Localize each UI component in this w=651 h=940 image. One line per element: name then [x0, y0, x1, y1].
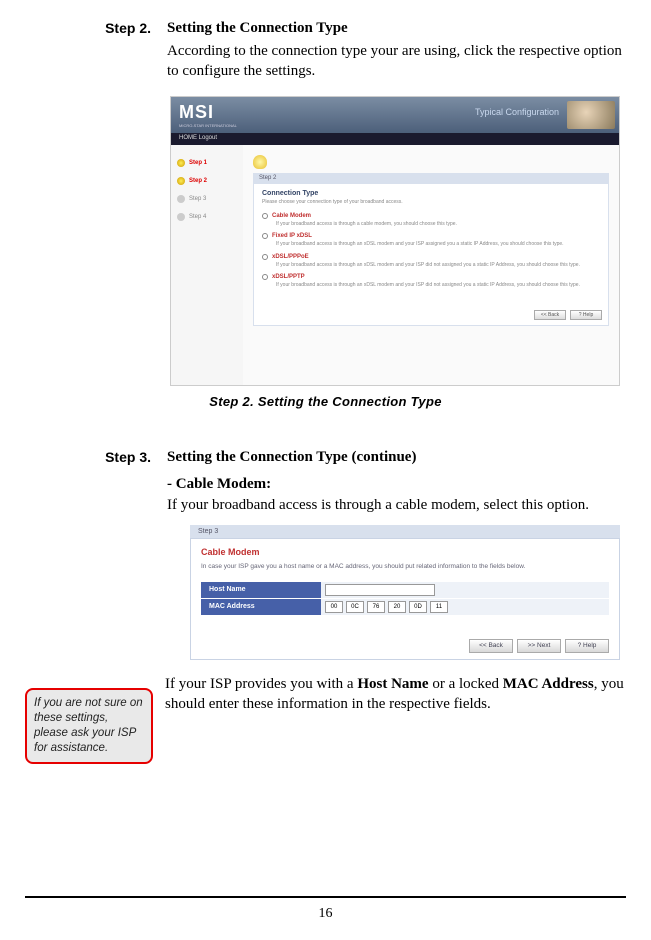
banner-title: Typical Configuration — [475, 107, 559, 117]
step3-block: Step 3. Setting the Connection Type (con… — [25, 449, 626, 764]
cable-modem-subhead: - Cable Modem: — [167, 476, 626, 493]
option-xdsl-pppoe: xDSL/PPPoE If your broadband access is t… — [262, 254, 600, 269]
page-number: 16 — [0, 906, 651, 922]
step3-title: Setting the Connection Type (continue) — [167, 449, 626, 466]
ss1-main: Step 2 Connection Type Please choose you… — [243, 145, 619, 385]
ss1-toolbar: HOME Logout — [171, 133, 619, 145]
tip-box: If you are not sure on these settings, p… — [25, 688, 153, 764]
step2-body: According to the connection type your ar… — [167, 41, 626, 82]
step3-row: Step 3. Setting the Connection Type (con… — [25, 449, 626, 515]
dot-icon — [177, 177, 185, 185]
option-fixed-ip-xdsl: Fixed IP xDSL If your broadband access i… — [262, 233, 600, 248]
option-head: xDSL/PPTP — [262, 274, 600, 280]
radio-icon[interactable] — [262, 254, 268, 260]
option-xdsl-pptp: xDSL/PPTP If your broadband access is th… — [262, 274, 600, 289]
radio-icon[interactable] — [262, 233, 268, 239]
screenshot-connection-type: MSI MICRO-STAR INTERNATIONAL Typical Con… — [170, 96, 620, 386]
mac-address-row: MAC Address 00 0C 76 20 0D 11 — [201, 599, 609, 615]
cable-modem-panel: Cable Modem In case your ISP gave you a … — [190, 538, 620, 660]
host-name-label: Host Name — [201, 582, 321, 598]
radio-icon[interactable] — [262, 274, 268, 280]
ss1-body: Step 1 Step 2 Step 3 Step 4 Step 2 Conne… — [171, 145, 619, 385]
mac-octet-1[interactable]: 00 — [325, 601, 343, 613]
radio-icon[interactable] — [262, 213, 268, 219]
option-desc: If your broadband access is through an x… — [276, 241, 600, 248]
option-cable-modem: Cable Modem If your broadband access is … — [262, 213, 600, 228]
connection-type-panel: Connection Type Please choose your conne… — [253, 183, 609, 326]
step3-final-text: If your ISP provides you with a Host Nam… — [165, 674, 626, 715]
panel-title: Connection Type — [262, 190, 600, 197]
option-head: Cable Modem — [262, 213, 600, 219]
mac-octet-6[interactable]: 11 — [430, 601, 448, 613]
screenshot1-caption: Step 2. Setting the Connection Type — [25, 394, 626, 409]
mac-octet-3[interactable]: 76 — [367, 601, 385, 613]
ss1-button-row: << Back ? Help — [534, 310, 602, 320]
panel-sub: Please choose your connection type of yo… — [262, 199, 600, 205]
step2-label: Step 2. — [25, 20, 155, 36]
step3-label: Step 3. — [25, 449, 155, 465]
sidebar-step-2[interactable]: Step 2 — [177, 177, 237, 185]
ss2-desc: In case your ISP gave you a host name or… — [201, 563, 609, 570]
lightbulb-icon — [253, 155, 267, 169]
msi-logo-sub: MICRO-STAR INTERNATIONAL — [179, 123, 237, 128]
help-button[interactable]: ? Help — [570, 310, 602, 320]
help-button[interactable]: ? Help — [565, 639, 609, 653]
ss1-banner: MSI MICRO-STAR INTERNATIONAL Typical Con… — [171, 97, 619, 133]
banner-photo — [567, 101, 615, 129]
option-desc: If your broadband access is through a ca… — [276, 221, 600, 228]
ss2-title: Cable Modem — [201, 547, 609, 557]
option-desc: If your broadband access is through an x… — [276, 282, 600, 289]
host-name-input[interactable] — [325, 584, 435, 596]
sidebar-step-1[interactable]: Step 1 — [177, 159, 237, 167]
back-button[interactable]: << Back — [534, 310, 566, 320]
sidebar-step-4[interactable]: Step 4 — [177, 213, 237, 221]
step2-row: Step 2. Setting the Connection Type Acco… — [25, 20, 626, 82]
host-name-row: Host Name — [201, 582, 609, 598]
dot-icon — [177, 213, 185, 221]
mac-octet-2[interactable]: 0C — [346, 601, 364, 613]
mac-address-label: MAC Address — [201, 599, 321, 615]
ss2-tab: Step 3 — [190, 525, 620, 538]
mac-address-field-wrap: 00 0C 76 20 0D 11 — [321, 599, 609, 615]
mac-octet-5[interactable]: 0D — [409, 601, 427, 613]
footer-rule — [25, 896, 626, 898]
option-desc: If your broadband access is through an x… — [276, 262, 600, 269]
step2-content: Setting the Connection Type According to… — [167, 20, 626, 82]
ss2-button-row: << Back >> Next ? Help — [201, 639, 609, 653]
host-name-field-wrap — [321, 582, 609, 598]
back-button[interactable]: << Back — [469, 639, 513, 653]
wizard-sidebar: Step 1 Step 2 Step 3 Step 4 — [171, 145, 243, 385]
step2-block: Step 2. Setting the Connection Type Acco… — [25, 20, 626, 409]
dot-icon — [177, 195, 185, 203]
next-button[interactable]: >> Next — [517, 639, 561, 653]
ss1-tab: Step 2 — [253, 173, 609, 183]
step3-final-row: If you are not sure on these settings, p… — [25, 674, 626, 764]
mac-octet-4[interactable]: 20 — [388, 601, 406, 613]
dot-icon — [177, 159, 185, 167]
sidebar-step-3[interactable]: Step 3 — [177, 195, 237, 203]
screenshot-cable-modem: Step 3 Cable Modem In case your ISP gave… — [190, 525, 620, 660]
option-head: xDSL/PPPoE — [262, 254, 600, 260]
step3-content: Setting the Connection Type (continue) -… — [167, 449, 626, 515]
msi-logo-text: MSI — [179, 102, 237, 123]
step3-body: If your broadband access is through a ca… — [167, 495, 626, 515]
step2-title: Setting the Connection Type — [167, 20, 626, 37]
msi-logo: MSI MICRO-STAR INTERNATIONAL — [179, 102, 237, 128]
option-head: Fixed IP xDSL — [262, 233, 600, 239]
